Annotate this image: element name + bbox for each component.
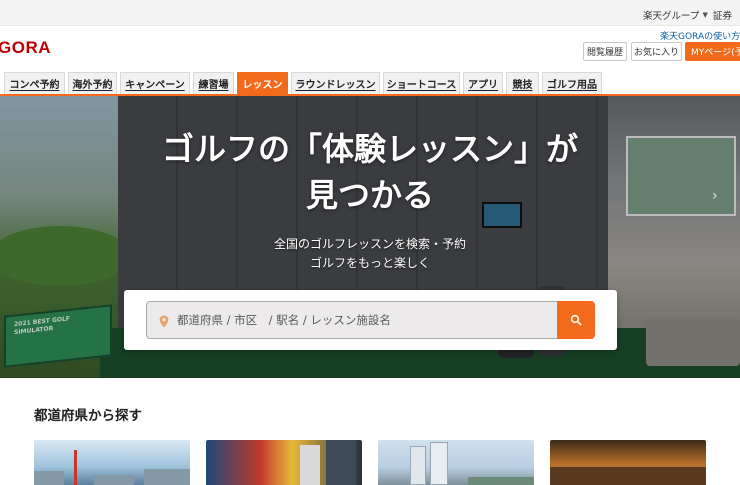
- hero-subtitle-line1: 全国のゴルフレッスンを検索・予約: [273, 237, 466, 251]
- tokyo-tower-image: [74, 450, 77, 485]
- castle-roof: [468, 477, 534, 485]
- search-icon: [570, 311, 582, 330]
- region-thumb-kanto[interactable]: [34, 440, 190, 485]
- twin-tower-image: [430, 442, 448, 485]
- utility-bar: 楽天グループ ▼ 証券: [0, 0, 740, 26]
- prefecture-section-title: 都道府県から探す: [34, 408, 142, 424]
- search-card: [124, 290, 617, 350]
- tab-round-lesson[interactable]: ラウンドレッスン: [291, 72, 380, 94]
- tab-driving-range[interactable]: 練習場: [193, 72, 234, 94]
- city-building: [300, 445, 320, 485]
- rakuten-group-label: 楽天グループ: [643, 11, 700, 22]
- hero-title-line2: 見つかる: [305, 176, 434, 214]
- tab-compe[interactable]: コンペ予約: [4, 72, 65, 94]
- search-button[interactable]: [557, 301, 595, 339]
- region-thumb-chubu[interactable]: [378, 440, 534, 485]
- city-building: [326, 440, 356, 485]
- gora-logo[interactable]: GORA: [0, 38, 51, 58]
- tab-app[interactable]: アプリ: [463, 72, 503, 94]
- city-building: [34, 471, 64, 485]
- city-building: [144, 469, 190, 485]
- tab-overseas[interactable]: 海外予約: [68, 72, 117, 94]
- search-input[interactable]: [177, 303, 552, 337]
- region-thumb-kyushu[interactable]: [550, 440, 706, 485]
- history-button[interactable]: 閲覧履歴: [583, 42, 627, 61]
- hero-title-line1: ゴルフの「体験レッスン」が: [161, 130, 578, 168]
- tab-competition[interactable]: 競技: [506, 72, 539, 94]
- howto-link[interactable]: 楽天GORAの使い方: [660, 29, 740, 42]
- tab-short-course[interactable]: ショートコース: [383, 72, 460, 94]
- twin-tower-image: [410, 446, 426, 485]
- map-pin-icon: [159, 313, 169, 332]
- city-building: [94, 475, 134, 485]
- site-header: GORA 楽天GORAの使い方 閲覧履歴 お気に入り MYページ(予: [0, 26, 740, 72]
- rakuten-group-menu[interactable]: 楽天グループ ▼: [643, 8, 708, 22]
- chevron-down-icon: ▼: [702, 11, 708, 19]
- mypage-button[interactable]: MYページ(予: [685, 42, 740, 61]
- market-stalls: [550, 467, 706, 485]
- tab-campaign[interactable]: キャンペーン: [120, 72, 190, 94]
- tab-golf-goods[interactable]: ゴルフ用品: [542, 72, 602, 94]
- main-nav-tabs: コンペ予約 海外予約 キャンペーン 練習場 レッスン ラウンドレッスン ショート…: [0, 72, 740, 96]
- region-thumb-kansai[interactable]: [206, 440, 362, 485]
- securities-link[interactable]: 証券: [713, 8, 732, 22]
- favorites-button[interactable]: お気に入り: [631, 42, 682, 61]
- hero-subtitle-line2: ゴルフをもっと楽しく: [309, 256, 430, 270]
- tab-lesson[interactable]: レッスン: [237, 72, 288, 94]
- search-field[interactable]: [146, 301, 558, 339]
